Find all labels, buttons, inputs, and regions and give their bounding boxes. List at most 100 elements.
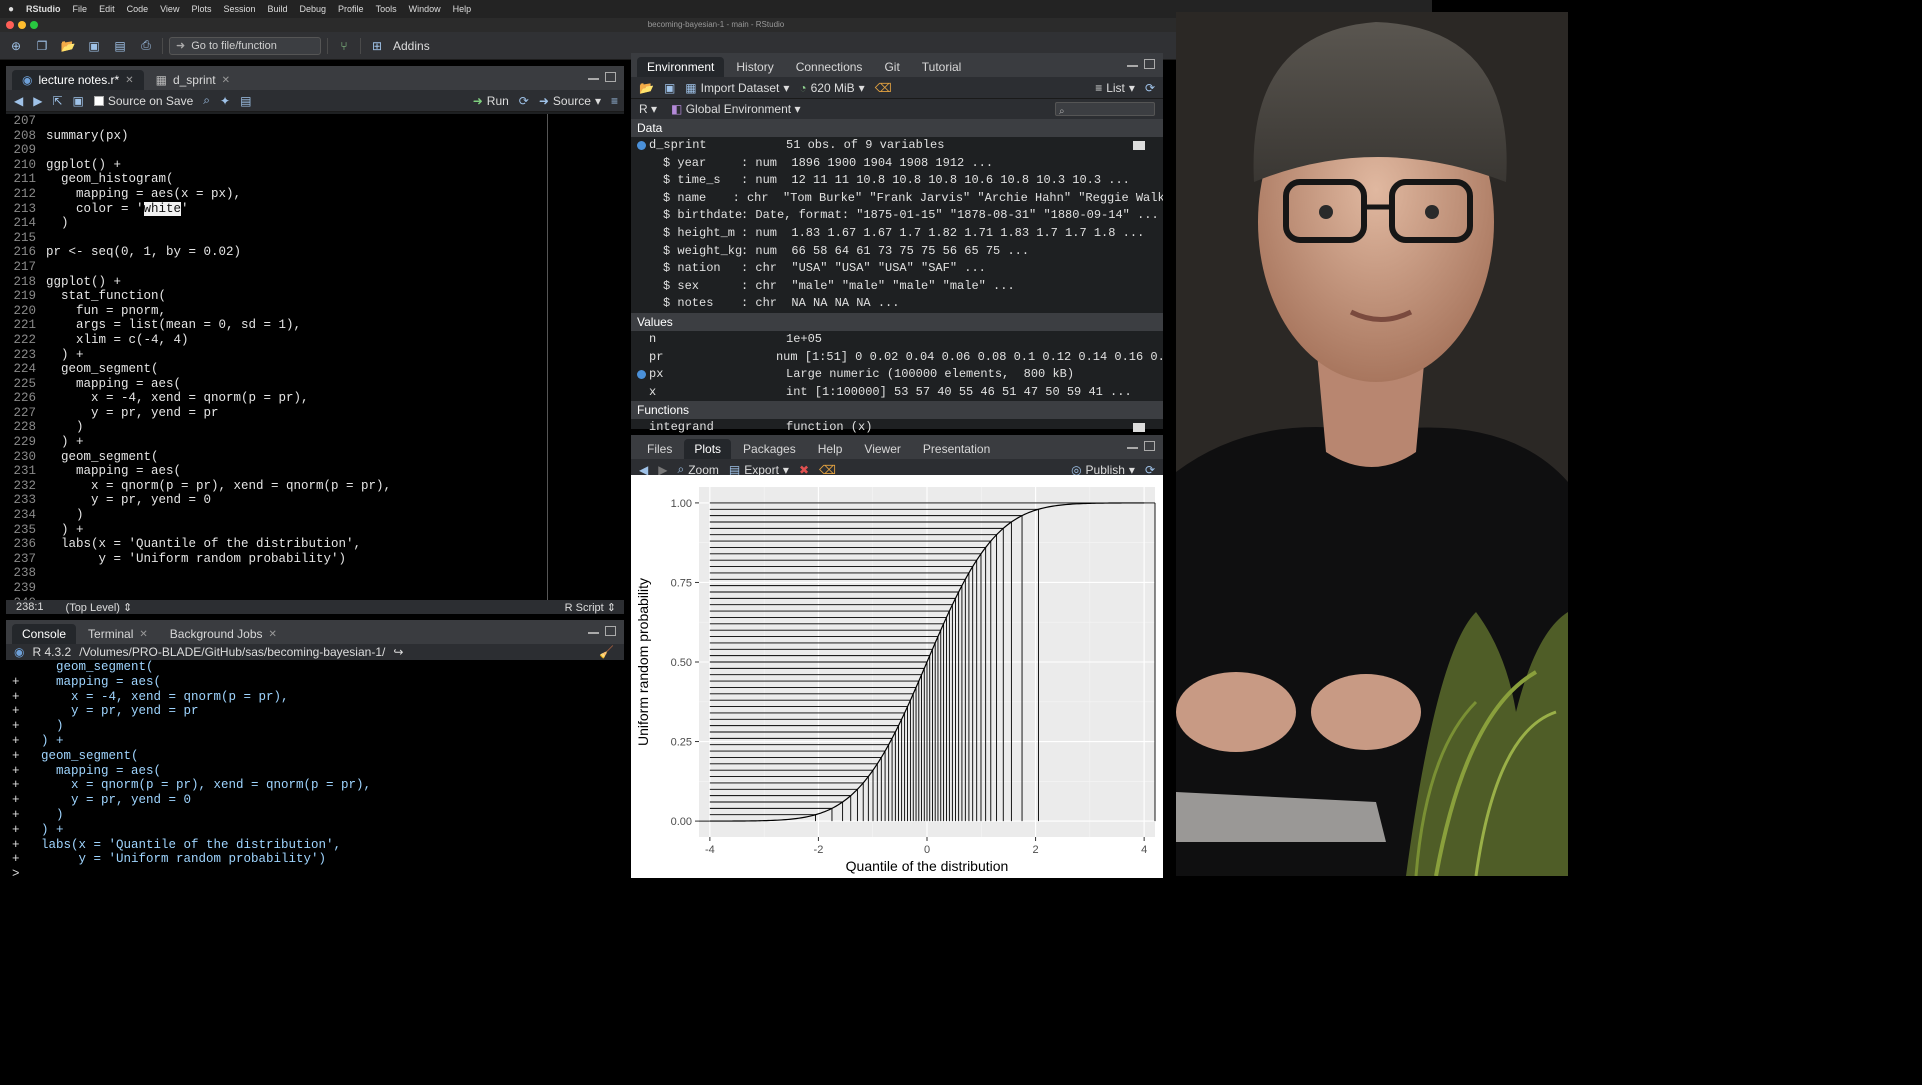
tab-terminal[interactable]: Terminal ✕ <box>78 624 158 644</box>
tab-history[interactable]: History <box>726 57 783 77</box>
compile-report-icon[interactable]: ▤ <box>240 94 251 108</box>
load-workspace-icon[interactable]: 📂 <box>639 81 654 95</box>
tab-presentation[interactable]: Presentation <box>913 439 1000 459</box>
minimize-pane-icon[interactable] <box>1127 441 1138 449</box>
line-number[interactable]: 214 <box>6 216 46 231</box>
code-line[interactable]: 208 summary(px) <box>6 129 624 144</box>
memory-usage-menu[interactable]: ◔ 620 MiB ▾ <box>799 81 864 95</box>
git-icon[interactable]: ⑂ <box>334 37 354 55</box>
save-icon[interactable]: ▣ <box>84 37 104 55</box>
tab-lecture-notes[interactable]: ◉ lecture notes.r* ✕ <box>12 70 144 90</box>
workspace-panes-icon[interactable]: ⊞ <box>367 37 387 55</box>
line-number[interactable]: 216 <box>6 245 46 260</box>
code-line[interactable]: 215 <box>6 231 624 246</box>
magic-wand-icon[interactable]: ✦ <box>220 94 230 108</box>
tab-viewer[interactable]: Viewer <box>854 439 910 459</box>
maximize-pane-icon[interactable] <box>605 72 616 82</box>
line-number[interactable]: 224 <box>6 362 46 377</box>
code-line[interactable]: 214 ) <box>6 216 624 231</box>
search-icon[interactable]: ⌕ <box>203 93 210 108</box>
line-number[interactable]: 238 <box>6 566 46 581</box>
code-line[interactable]: 207 <box>6 114 624 129</box>
expand-icon[interactable] <box>637 141 646 150</box>
goto-file-input[interactable]: ➜ Go to file/function <box>169 36 321 55</box>
line-number[interactable]: 226 <box>6 391 46 406</box>
code-line[interactable]: 223 ) + <box>6 348 624 363</box>
code-line[interactable]: 226 x = -4, xend = qnorm(p = pr), <box>6 391 624 406</box>
code-line[interactable]: 224 geom_segment( <box>6 362 624 377</box>
menu-profile[interactable]: Profile <box>338 4 364 14</box>
import-dataset-menu[interactable]: ▦ Import Dataset ▾ <box>685 81 789 95</box>
file-type-selector[interactable]: R Script ⇕ <box>565 601 624 614</box>
line-number[interactable]: 234 <box>6 508 46 523</box>
document-outline-icon[interactable]: ≡ <box>611 94 624 108</box>
save-icon[interactable]: ▣ <box>73 94 84 108</box>
source-on-save-checkbox[interactable]: Source on Save <box>93 94 193 108</box>
goto-dir-icon[interactable]: ↪ <box>393 645 403 659</box>
code-line[interactable]: 225 mapping = aes( <box>6 377 624 392</box>
console-output[interactable]: geom_segment(+ mapping = aes(+ x = -4, x… <box>6 660 624 878</box>
environment-row[interactable]: $ notes: chr NA NA NA NA ... <box>631 295 1163 313</box>
code-line[interactable]: 229 ) + <box>6 435 624 450</box>
close-tab-icon[interactable]: ✕ <box>269 629 277 640</box>
menu-view[interactable]: View <box>160 4 179 14</box>
line-number[interactable]: 207 <box>6 114 46 129</box>
maximize-pane-icon[interactable] <box>1144 441 1155 451</box>
working-directory[interactable]: /Volumes/PRO-BLADE/GitHub/sas/becoming-b… <box>79 645 385 659</box>
environment-search-input[interactable]: ⌕ <box>1055 102 1155 117</box>
code-line[interactable]: 227 y = pr, yend = pr <box>6 406 624 421</box>
environment-row[interactable]: x int [1:100000] 53 57 40 55 46 51 47 50 … <box>631 384 1163 402</box>
line-number[interactable]: 220 <box>6 304 46 319</box>
code-line[interactable]: 239 <box>6 581 624 596</box>
line-number[interactable]: 221 <box>6 318 46 333</box>
tab-help[interactable]: Help <box>808 439 853 459</box>
line-number[interactable]: 209 <box>6 143 46 158</box>
minimize-pane-icon[interactable] <box>588 72 599 80</box>
line-number[interactable]: 210 <box>6 158 46 173</box>
tab-git[interactable]: Git <box>874 57 909 77</box>
code-line[interactable]: 218 ggplot() + <box>6 275 624 290</box>
code-line[interactable]: 222 xlim = c(-4, 4) <box>6 333 624 348</box>
code-line[interactable]: 232 x = qnorm(p = pr), xend = qnorm(p = … <box>6 479 624 494</box>
code-line[interactable]: 230 geom_segment( <box>6 450 624 465</box>
line-number[interactable]: 223 <box>6 348 46 363</box>
line-number[interactable]: 208 <box>6 129 46 144</box>
close-tab-icon[interactable]: ✕ <box>139 629 147 640</box>
line-number[interactable]: 227 <box>6 406 46 421</box>
line-number[interactable]: 228 <box>6 420 46 435</box>
code-line[interactable]: 210 ggplot() + <box>6 158 624 173</box>
code-line[interactable]: 231 mapping = aes( <box>6 464 624 479</box>
code-line[interactable]: 211 geom_histogram( <box>6 172 624 187</box>
run-button[interactable]: ➜ Run <box>473 94 509 108</box>
show-in-window-icon[interactable]: ⇱ <box>52 94 62 108</box>
code-line[interactable]: 216 pr <- seq(0, 1, by = 0.02) <box>6 245 624 260</box>
view-table-icon[interactable] <box>1133 141 1145 150</box>
line-number[interactable]: 233 <box>6 493 46 508</box>
minimize-pane-icon[interactable] <box>588 626 599 634</box>
broom-icon[interactable]: ⌫ <box>875 81 892 95</box>
new-project-icon[interactable]: ❐ <box>32 37 52 55</box>
forward-arrow-icon[interactable]: ▶ <box>33 94 42 108</box>
tab-connections[interactable]: Connections <box>786 57 873 77</box>
language-selector[interactable]: R ▾ <box>639 102 657 116</box>
line-number[interactable]: 218 <box>6 275 46 290</box>
line-number[interactable]: 225 <box>6 377 46 392</box>
menu-edit[interactable]: Edit <box>99 4 115 14</box>
scope-selector[interactable]: (Top Level) ⇕ <box>66 601 133 614</box>
environment-row[interactable]: $ height_m: num 1.83 1.67 1.67 1.7 1.82 … <box>631 225 1163 243</box>
code-line[interactable]: 228 ) <box>6 420 624 435</box>
menu-debug[interactable]: Debug <box>300 4 327 14</box>
code-line[interactable]: 236 labs(x = 'Quantile of the distributi… <box>6 537 624 552</box>
environment-row[interactable]: $ name: chr "Tom Burke" "Frank Jarvis" "… <box>631 190 1163 208</box>
environment-row[interactable]: $ year: num 1896 1900 1904 1908 1912 ... <box>631 155 1163 173</box>
view-table-icon[interactable] <box>1133 423 1145 433</box>
tab-tutorial[interactable]: Tutorial <box>912 57 972 77</box>
tab-plots[interactable]: Plots <box>684 439 732 459</box>
menu-plots[interactable]: Plots <box>191 4 211 14</box>
code-line[interactable]: 233 y = pr, yend = 0 <box>6 493 624 508</box>
back-arrow-icon[interactable]: ◀ <box>14 94 23 108</box>
line-number[interactable]: 231 <box>6 464 46 479</box>
environment-row[interactable]: px Large numeric (100000 elements, 800 kB… <box>631 366 1163 384</box>
tab-console[interactable]: Console <box>12 624 77 644</box>
environment-row[interactable]: $ birthdate: Date, format: "1875-01-15" … <box>631 207 1163 225</box>
